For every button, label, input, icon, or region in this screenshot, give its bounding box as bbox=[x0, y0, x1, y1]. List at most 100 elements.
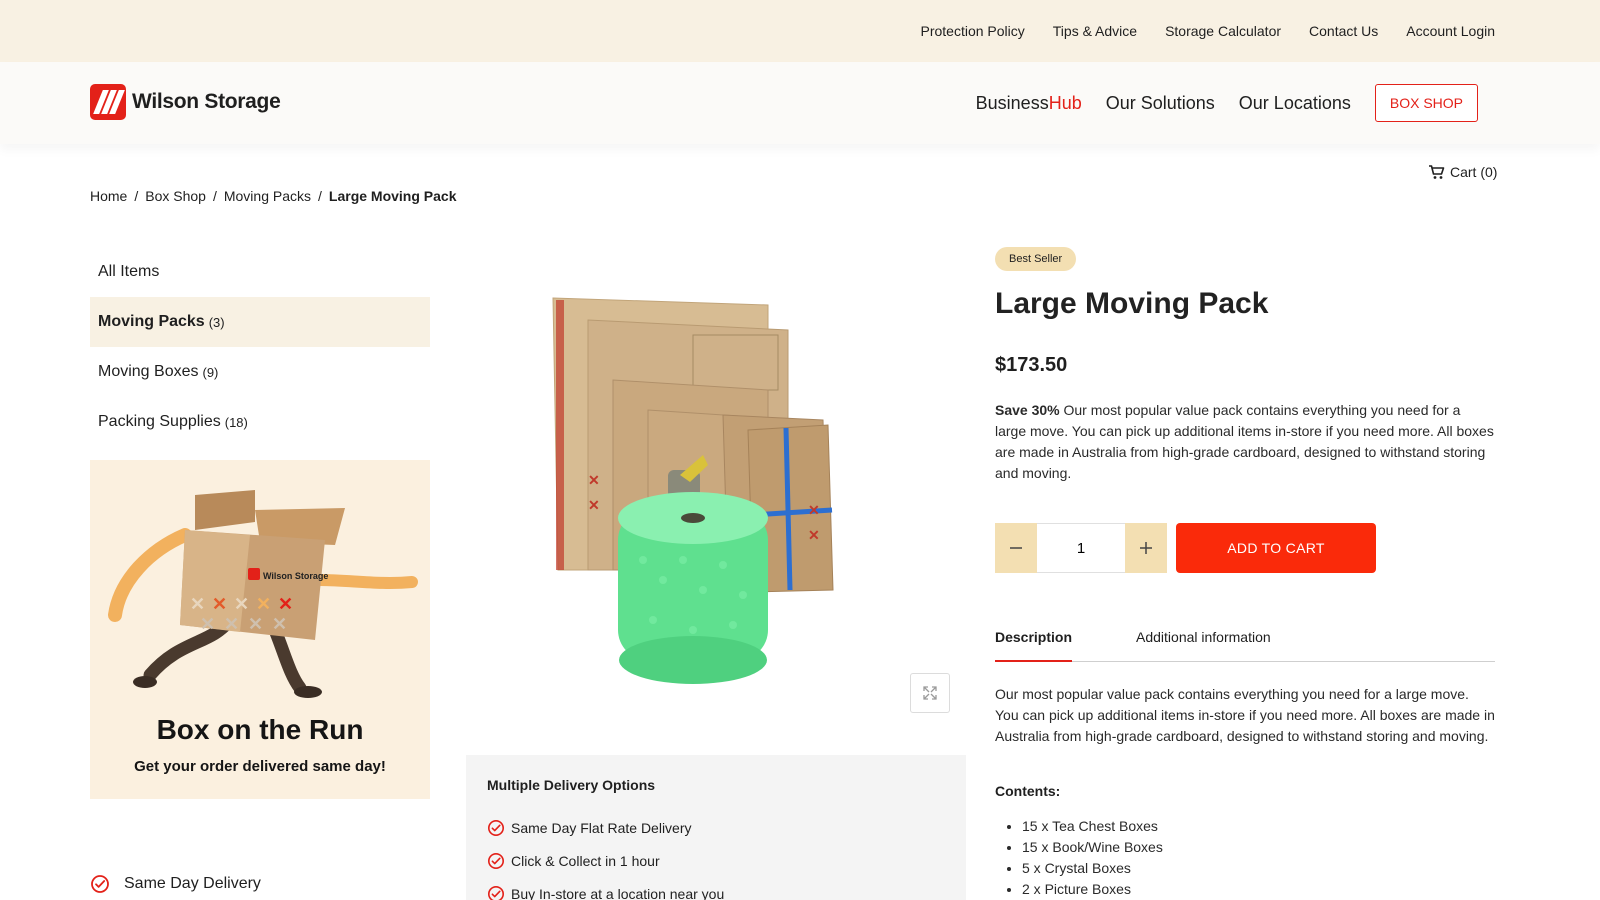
top-utility-bar: Protection Policy Tips & Advice Storage … bbox=[0, 0, 1600, 62]
account-login-link[interactable]: Account Login bbox=[1406, 23, 1495, 39]
nav-our-solutions[interactable]: Our Solutions bbox=[1106, 93, 1215, 114]
storage-calculator-link[interactable]: Storage Calculator bbox=[1165, 23, 1281, 39]
save-percent: Save 30% bbox=[995, 402, 1060, 418]
minus-icon bbox=[1010, 547, 1022, 549]
category-label: All Items bbox=[98, 263, 160, 280]
plus-icon bbox=[1140, 542, 1152, 554]
decrease-quantity-button[interactable] bbox=[995, 523, 1037, 573]
svg-text:✕: ✕ bbox=[200, 614, 215, 634]
breadcrumb-current: Large Moving Pack bbox=[328, 188, 457, 204]
nav-business-suffix: Hub bbox=[1048, 92, 1082, 113]
cart-label: Cart (0) bbox=[1450, 164, 1498, 180]
list-item: 2 x Picture Boxes bbox=[1022, 879, 1163, 900]
contents-label: Contents: bbox=[995, 783, 1061, 799]
product-title: Large Moving Pack bbox=[995, 287, 1269, 320]
tab-additional-information[interactable]: Additional information bbox=[1136, 620, 1271, 662]
summary-text: Our most popular value pack contains eve… bbox=[995, 402, 1494, 481]
delivery-option-label: Click & Collect in 1 hour bbox=[511, 852, 660, 869]
category-all-items[interactable]: All Items bbox=[90, 247, 430, 297]
main-nav: BusinessHub Our Solutions Our Locations … bbox=[976, 84, 1478, 122]
description-text: Our most popular value pack contains eve… bbox=[995, 686, 1495, 744]
category-moving-boxes[interactable]: Moving Boxes (9) bbox=[90, 347, 430, 397]
tab-description[interactable]: Description bbox=[995, 620, 1073, 662]
expand-image-button[interactable] bbox=[910, 673, 950, 713]
svg-text:✕: ✕ bbox=[588, 497, 600, 513]
svg-text:✕: ✕ bbox=[212, 594, 227, 614]
svg-text:✕: ✕ bbox=[808, 502, 820, 518]
list-item: 15 x Book/Wine Boxes bbox=[1022, 837, 1163, 858]
svg-text:✕: ✕ bbox=[808, 527, 820, 543]
svg-text:✕: ✕ bbox=[256, 594, 271, 614]
category-label: Moving Packs bbox=[98, 313, 205, 330]
same-day-delivery-feature: Same Day Delivery bbox=[90, 874, 261, 894]
add-to-cart-button[interactable]: ADD TO CART bbox=[1176, 523, 1376, 573]
category-count: (3) bbox=[208, 314, 225, 330]
breadcrumb-box-shop[interactable]: Box Shop bbox=[145, 188, 206, 204]
category-list: All Items Moving Packs (3) Moving Boxes … bbox=[90, 247, 430, 447]
delivery-option-label: Same Day Flat Rate Delivery bbox=[511, 819, 692, 836]
increase-quantity-button[interactable] bbox=[1125, 523, 1167, 573]
check-circle-icon bbox=[487, 852, 505, 869]
delivery-option-label: Buy In-store at a location near you bbox=[511, 885, 725, 900]
moving-pack-photo: ✕✕✕ ✕✕ bbox=[552, 297, 834, 684]
best-seller-badge: Best Seller bbox=[995, 247, 1077, 271]
svg-text:✕: ✕ bbox=[234, 594, 249, 614]
tips-advice-link[interactable]: Tips & Advice bbox=[1053, 23, 1137, 39]
breadcrumb-moving-packs[interactable]: Moving Packs bbox=[224, 188, 311, 204]
site-logo[interactable]: Wilson Storage bbox=[90, 84, 281, 120]
nav-business-prefix: Business bbox=[975, 92, 1049, 113]
breadcrumb-separator: / bbox=[318, 188, 322, 204]
category-moving-packs[interactable]: Moving Packs (3) bbox=[90, 297, 430, 347]
svg-text:✕: ✕ bbox=[278, 594, 293, 614]
logo-text: Wilson Storage bbox=[132, 90, 281, 113]
breadcrumb: Home / Box Shop / Moving Packs / Large M… bbox=[90, 188, 457, 204]
delivery-option: Click & Collect in 1 hour bbox=[487, 844, 945, 877]
logo-mark-icon bbox=[90, 84, 126, 120]
box-shop-button[interactable]: BOX SHOP bbox=[1374, 84, 1478, 122]
check-circle-icon bbox=[487, 819, 505, 836]
product-summary: Save 30% Our most popular value pack con… bbox=[995, 400, 1495, 484]
nav-business-hub[interactable]: BusinessHub bbox=[976, 93, 1082, 114]
list-item: 5 x Crystal Boxes bbox=[1022, 858, 1163, 879]
delivery-options-list: Same Day Flat Rate Delivery Click & Coll… bbox=[487, 811, 945, 900]
category-count: (18) bbox=[224, 414, 248, 430]
box-on-the-run-promo[interactable]: Wilson Storage ✕ ✕ ✕ ✕ ✕ ✕ ✕ ✕ ✕ Box on the … bbox=[90, 460, 430, 799]
delivery-option: Buy In-store at a location near you bbox=[487, 877, 945, 900]
quantity-input[interactable] bbox=[1037, 523, 1125, 573]
check-circle-icon bbox=[487, 885, 505, 900]
svg-text:✕: ✕ bbox=[190, 594, 205, 614]
check-circle-icon bbox=[91, 875, 109, 893]
feature-label: Same Day Delivery bbox=[124, 875, 261, 892]
category-count: (9) bbox=[202, 364, 219, 380]
svg-text:✕: ✕ bbox=[588, 472, 600, 488]
list-item: 15 x Tea Chest Boxes bbox=[1022, 816, 1163, 837]
utility-nav: Protection Policy Tips & Advice Storage … bbox=[920, 0, 1495, 62]
delivery-options-panel: Multiple Delivery Options Same Day Flat … bbox=[466, 755, 966, 900]
cart-link[interactable]: Cart (0) bbox=[1428, 164, 1497, 180]
delivery-option: Same Day Flat Rate Delivery bbox=[487, 811, 945, 844]
svg-text:✕: ✕ bbox=[248, 614, 263, 634]
expand-icon bbox=[923, 686, 937, 700]
running-box-illustration: Wilson Storage ✕ ✕ ✕ ✕ ✕ ✕ ✕ ✕ ✕ bbox=[108, 490, 418, 698]
product-image[interactable]: ✕✕✕ ✕✕ bbox=[468, 270, 964, 720]
breadcrumb-home[interactable]: Home bbox=[90, 188, 127, 204]
delivery-options-title: Multiple Delivery Options bbox=[487, 777, 656, 793]
nav-our-locations[interactable]: Our Locations bbox=[1239, 93, 1351, 114]
contents-list: 15 x Tea Chest Boxes 15 x Book/Wine Boxe… bbox=[1022, 816, 1163, 900]
svg-text:Wilson Storage: Wilson Storage bbox=[263, 571, 328, 581]
contact-us-link[interactable]: Contact Us bbox=[1309, 23, 1378, 39]
category-label: Moving Boxes bbox=[98, 363, 199, 380]
product-tabs: Description Additional information bbox=[995, 620, 1495, 662]
protection-policy-link[interactable]: Protection Policy bbox=[920, 23, 1024, 39]
main-header: Wilson Storage BusinessHub Our Solutions… bbox=[0, 62, 1600, 144]
quantity-stepper bbox=[995, 523, 1167, 573]
category-packing-supplies[interactable]: Packing Supplies (18) bbox=[90, 397, 430, 447]
svg-text:✕: ✕ bbox=[272, 614, 287, 634]
product-price: $173.50 bbox=[995, 354, 1068, 376]
breadcrumb-separator: / bbox=[212, 188, 217, 204]
promo-title: Box on the Run bbox=[156, 714, 364, 745]
category-label: Packing Supplies bbox=[98, 413, 221, 430]
svg-text:✕: ✕ bbox=[224, 614, 239, 634]
breadcrumb-separator: / bbox=[134, 188, 139, 204]
promo-subtitle: Get your order delivered same day! bbox=[134, 758, 386, 775]
